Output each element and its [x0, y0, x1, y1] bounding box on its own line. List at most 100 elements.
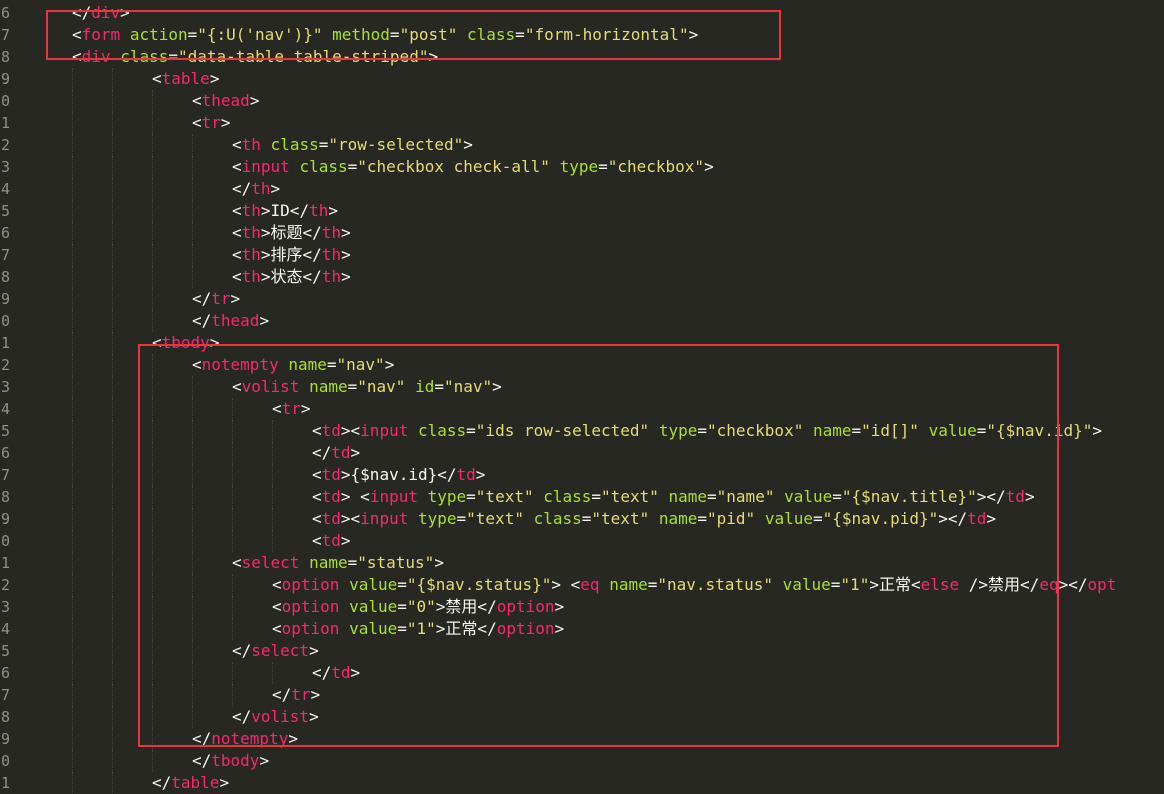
code-token-plain: >状态</	[260, 267, 322, 286]
code-line[interactable]: <tr>	[192, 112, 231, 134]
code-token-str: "checkbox check-all"	[357, 157, 550, 176]
code-line[interactable]: <th>ID</th>	[232, 200, 338, 222]
code-token-plain: >	[341, 267, 351, 286]
indent-guide	[72, 68, 73, 90]
indent-guide	[112, 486, 113, 508]
indent-guide	[152, 222, 153, 244]
indent-guide	[112, 354, 113, 376]
indent-guide	[112, 244, 113, 266]
code-token-tag: th	[241, 201, 261, 220]
line-number: 5	[0, 642, 10, 660]
indent-guide	[112, 640, 113, 662]
indent-guide	[152, 750, 153, 772]
code-token-tag: input	[241, 157, 290, 176]
code-line[interactable]: <thead>	[192, 90, 259, 112]
indent-guide	[72, 486, 73, 508]
code-token-tag: thead	[211, 311, 260, 330]
code-token-plain: >	[259, 751, 270, 770]
code-token-plain: =	[598, 157, 608, 176]
line-number: 5	[0, 202, 10, 220]
indent-guide	[72, 464, 73, 486]
code-line[interactable]: <th class="row-selected">	[232, 134, 473, 156]
code-token-plain: >	[219, 773, 230, 792]
indent-guide	[72, 156, 73, 178]
code-token-plain: >	[328, 201, 338, 220]
code-token-plain: </	[192, 751, 212, 770]
indent-guide	[112, 310, 113, 332]
line-number: 0	[0, 312, 10, 330]
indent-guide	[112, 530, 113, 552]
indent-guide	[72, 112, 73, 134]
code-token-plain: >	[209, 69, 220, 88]
indent-guide	[192, 156, 193, 178]
indent-guide	[72, 662, 73, 684]
indent-guide	[192, 244, 193, 266]
indent-guide	[72, 552, 73, 574]
code-line[interactable]: </tr>	[192, 288, 240, 310]
code-line[interactable]: <th>状态</th>	[232, 266, 351, 288]
indent-guide	[112, 728, 113, 750]
code-token-tag: th	[241, 267, 261, 286]
code-token-attr: type	[559, 157, 599, 176]
indent-guide	[112, 508, 113, 530]
code-token-attr: class	[299, 157, 348, 176]
code-editor[interactable]: 678901234567890123456789012345678901 </d…	[0, 0, 1164, 794]
code-token-plain: >	[704, 157, 714, 176]
indent-guide	[112, 706, 113, 728]
indent-guide	[112, 68, 113, 90]
line-number: 1	[0, 114, 10, 132]
line-number: 9	[0, 290, 10, 308]
line-number: 3	[0, 158, 10, 176]
line-number: 8	[0, 48, 10, 66]
code-token-plain: >	[463, 135, 473, 154]
indent-guide	[152, 134, 153, 156]
code-token-tag: th	[241, 135, 261, 154]
code-token-plain: >	[1092, 421, 1102, 440]
indent-guide	[72, 420, 73, 442]
code-token-tag: th	[321, 245, 342, 264]
line-number: 0	[0, 752, 10, 770]
line-number: 5	[0, 422, 10, 440]
code-line[interactable]: </table>	[152, 772, 229, 794]
indent-guide	[112, 420, 113, 442]
indent-guide	[112, 266, 113, 288]
code-token-plain: <	[232, 135, 242, 154]
code-token-attr: class	[270, 135, 319, 154]
code-token-plain: </	[152, 773, 172, 792]
line-number: 7	[0, 466, 10, 484]
code-line[interactable]: </th>	[232, 178, 280, 200]
code-token-plain: </	[192, 311, 212, 330]
code-token-plain: </	[192, 289, 212, 308]
indent-guide	[112, 596, 113, 618]
indent-guide	[112, 398, 113, 420]
line-number: 9	[0, 510, 10, 528]
code-line[interactable]: </thead>	[192, 310, 269, 332]
indent-guide	[72, 508, 73, 530]
code-token-plain: >ID</	[260, 201, 310, 220]
code-line[interactable]: <input class="checkbox check-all" type="…	[232, 156, 714, 178]
line-number: 1	[0, 554, 10, 572]
code-line[interactable]: <th>排序</th>	[232, 244, 351, 266]
indent-guide	[192, 200, 193, 222]
code-token-plain: >	[259, 311, 270, 330]
indent-guide	[72, 332, 73, 354]
indent-guide	[112, 618, 113, 640]
indent-guide	[112, 134, 113, 156]
code-line[interactable]: <th>标题</th>	[232, 222, 351, 244]
line-number: 4	[0, 180, 10, 198]
indent-guide	[112, 376, 113, 398]
indent-guide	[72, 442, 73, 464]
code-token-plain: <	[152, 69, 162, 88]
indent-guide	[112, 332, 113, 354]
indent-guide	[72, 728, 73, 750]
line-number: 1	[0, 334, 10, 352]
line-number: 0	[0, 532, 10, 550]
line-number: 9	[0, 730, 10, 748]
code-line[interactable]: </tbody>	[192, 750, 269, 772]
code-line[interactable]: <table>	[152, 68, 219, 90]
line-number-gutter: 6 7 8 9 0 1 2 3 4 5 6 7 8 9 0 1 2 3 4 5 6 7 8 9 0 1 2 3 4 5 6 7 8 9 0 1	[0, 0, 30, 793]
code-token-plain: >	[341, 223, 351, 242]
indent-guide	[152, 156, 153, 178]
indent-guide	[112, 90, 113, 112]
